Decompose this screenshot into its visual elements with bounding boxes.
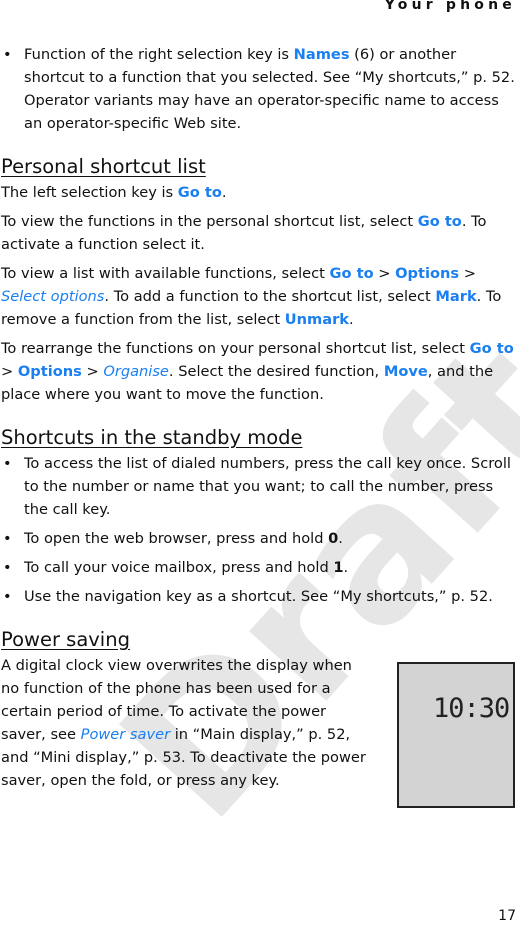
- menu-command: Unmark: [284, 311, 349, 328]
- paragraph: To view a list with available functions,…: [1, 262, 520, 331]
- bullet-item: To open the web browser, press and hold …: [1, 527, 520, 550]
- menu-option: Organise: [103, 363, 169, 380]
- text-run: .: [343, 559, 349, 576]
- text-run: Function of the right selection key is: [24, 46, 294, 63]
- clock-display-illustration: 10:30: [397, 662, 515, 808]
- text-run: .: [221, 184, 227, 201]
- menu-command: Go to: [177, 184, 222, 201]
- paragraph: To rearrange the functions on your perso…: [1, 337, 520, 406]
- text-run: The left selection key is: [1, 184, 178, 201]
- bullet-item: To access the list of dialed numbers, pr…: [1, 452, 520, 521]
- running-header: Your phone: [384, 0, 516, 13]
- text-run: .: [338, 530, 343, 547]
- text-run: 0: [328, 530, 339, 547]
- text-run: 1: [333, 559, 344, 576]
- bullet-item: To call your voice mailbox, press and ho…: [1, 556, 520, 579]
- text-run: .: [349, 311, 354, 328]
- section-heading: Personal shortcut list: [1, 155, 206, 178]
- text-run: >: [81, 363, 104, 380]
- text-run: To call your voice mailbox, press and ho…: [24, 559, 334, 576]
- menu-command: Go to: [469, 340, 514, 357]
- menu-command: Go to: [329, 265, 374, 282]
- menu-command: Options: [17, 363, 82, 380]
- section-heading: Power saving: [1, 628, 130, 651]
- bullet-item: Function of the right selection key is N…: [1, 43, 520, 135]
- clock-time: 10:30: [433, 693, 510, 724]
- paragraph: The left selection key is Go to.: [1, 181, 520, 204]
- text-run: To view the functions in the personal sh…: [1, 213, 418, 230]
- page-number: 17: [498, 908, 516, 924]
- menu-command: Mark: [435, 288, 477, 305]
- menu-option: Power saver: [80, 726, 171, 743]
- text-run: To access the list of dialed numbers, pr…: [24, 455, 511, 518]
- text-run: >: [373, 265, 396, 282]
- text-run: To view a list with available functions,…: [1, 265, 330, 282]
- menu-command: Options: [395, 265, 460, 282]
- text-run: . Select the desired function,: [168, 363, 384, 380]
- bullet-item: Use the navigation key as a shortcut. Se…: [1, 585, 520, 608]
- text-run: >: [1, 363, 18, 380]
- text-run: >: [459, 265, 476, 282]
- text-run: To open the web browser, press and hold: [24, 530, 329, 547]
- menu-command: Go to: [417, 213, 462, 230]
- section-heading: Shortcuts in the standby mode: [1, 426, 303, 449]
- paragraph: A digital clock view overwrites the disp…: [1, 654, 373, 792]
- text-run: . To add a function to the shortcut list…: [104, 288, 436, 305]
- text-run: Use the navigation key as a shortcut. Se…: [24, 588, 493, 605]
- text-run: To rearrange the functions on your perso…: [1, 340, 470, 357]
- menu-command: Names: [293, 46, 350, 63]
- menu-command: Move: [383, 363, 428, 380]
- paragraph: To view the functions in the personal sh…: [1, 210, 520, 256]
- menu-option: Select options: [1, 288, 105, 305]
